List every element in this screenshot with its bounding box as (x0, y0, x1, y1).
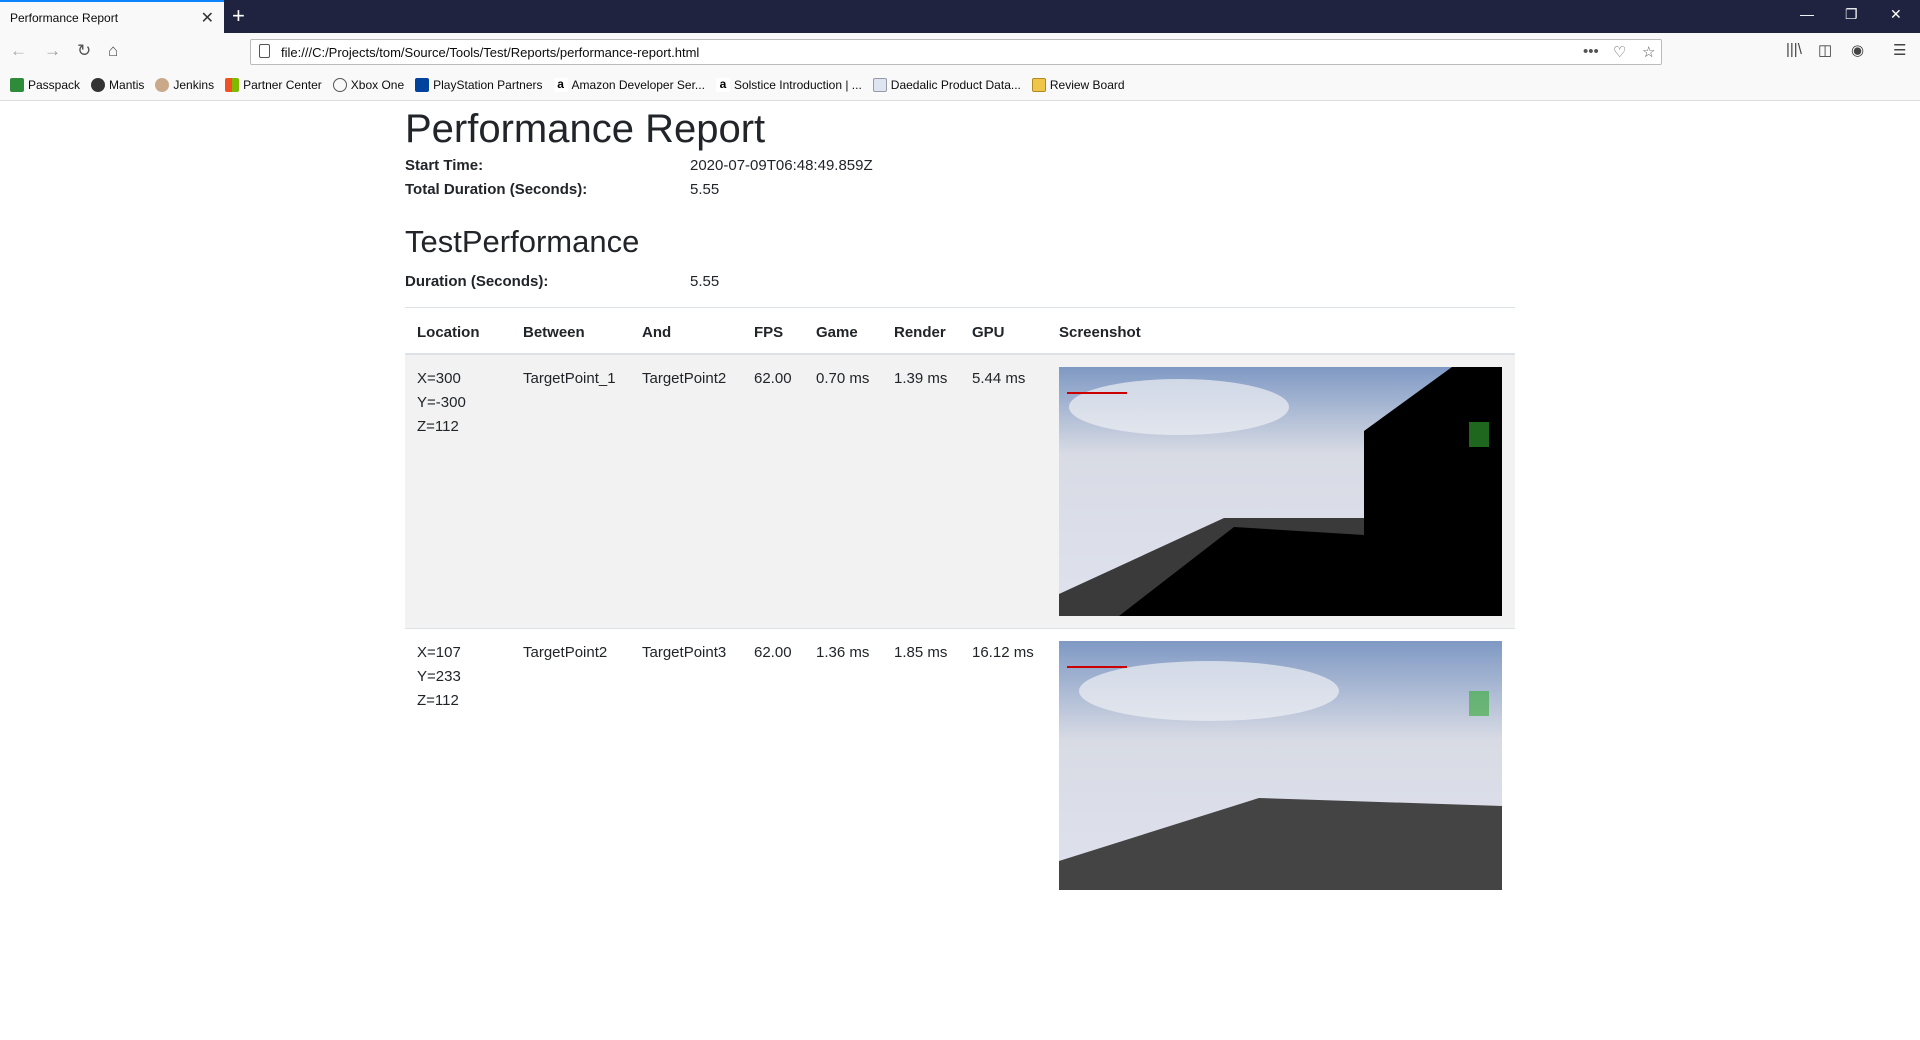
render-cell: 1.39 ms (882, 353, 960, 629)
header-location: Location (405, 308, 511, 355)
bookmark-passpack[interactable]: Passpack (10, 78, 80, 92)
fps-cell: 62.00 (742, 353, 804, 629)
game-cell: 0.70 ms (804, 353, 882, 629)
tab-strip: Performance Report ✕ + — ❐ ✕ (0, 0, 1920, 33)
performance-table: Location Between And FPS Game Render GPU… (405, 308, 1515, 902)
navigation-toolbar: ← → ↻ ⌂ file:///C:/Projects/tom/Source/T… (0, 33, 1920, 70)
tab-performance-report[interactable]: Performance Report ✕ (0, 0, 224, 33)
and-cell: TargetPoint2 (630, 353, 742, 629)
home-icon[interactable]: ⌂ (108, 41, 118, 61)
account-icon[interactable]: ◉ (1851, 41, 1864, 59)
bookmarks-bar: Passpack Mantis Jenkins Partner Center X… (0, 70, 1920, 101)
header-gpu: GPU (960, 308, 1047, 355)
sidebar-icon[interactable]: ◫ (1818, 41, 1832, 59)
start-time-value: 2020-07-09T06:48:49.859Z (690, 157, 873, 174)
header-and: And (630, 308, 742, 355)
report-content: Performance Report Start Time: 2020-07-09… (405, 100, 1515, 902)
passpack-icon (10, 78, 24, 92)
gpu-cell: 5.44 ms (960, 353, 1047, 629)
header-render: Render (882, 308, 960, 355)
url-text: file:///C:/Projects/tom/Source/Tools/Tes… (281, 44, 700, 60)
restore-icon[interactable]: ❐ (1845, 6, 1858, 23)
bookmark-star-icon[interactable]: ☆ (1642, 43, 1655, 61)
bookmark-jenkins[interactable]: Jenkins (155, 78, 214, 92)
close-window-icon[interactable]: ✕ (1890, 6, 1902, 23)
document-icon (872, 78, 887, 92)
bookmark-amazon-developer[interactable]: a Amazon Developer Ser... (553, 78, 705, 92)
reload-icon[interactable]: ↻ (77, 41, 91, 61)
header-game: Game (804, 308, 882, 355)
review-board-icon (1031, 78, 1046, 92)
page-icon (259, 44, 270, 58)
bookmark-playstation-partners[interactable]: PlayStation Partners (415, 78, 543, 92)
mantis-icon (91, 78, 106, 92)
pocket-icon[interactable]: ♡ (1613, 43, 1626, 61)
microsoft-icon (225, 78, 240, 92)
page-title: Performance Report (405, 107, 766, 151)
location-cell: X=107 Y=233 Z=112 (405, 628, 511, 902)
bookmark-daedalic[interactable]: Daedalic Product Data... (872, 78, 1021, 92)
playstation-icon (415, 78, 430, 92)
screenshot-cell (1047, 628, 1515, 902)
forward-icon[interactable]: → (44, 41, 61, 61)
amazon-icon: a (553, 78, 568, 92)
total-duration-value: 5.55 (690, 181, 720, 198)
menu-icon[interactable]: ☰ (1893, 41, 1906, 59)
tab-title: Performance Report (10, 10, 119, 25)
header-fps: FPS (742, 308, 804, 355)
header-between: Between (511, 308, 630, 355)
between-cell: TargetPoint2 (511, 628, 630, 902)
url-bar[interactable]: file:///C:/Projects/tom/Source/Tools/Tes… (250, 39, 1662, 65)
game-cell: 1.36 ms (804, 628, 882, 902)
globe-icon (332, 78, 347, 92)
bookmark-mantis[interactable]: Mantis (91, 78, 144, 92)
table-header-row: Location Between And FPS Game Render GPU… (405, 308, 1515, 355)
duration-value: 5.55 (690, 273, 720, 290)
test-heading: TestPerformance (405, 224, 640, 259)
duration-label: Duration (Seconds): (405, 273, 549, 290)
jenkins-icon (155, 78, 170, 92)
bookmark-xbox-one[interactable]: Xbox One (332, 78, 404, 92)
header-screenshot: Screenshot (1047, 308, 1515, 355)
screenshot-image[interactable] (1059, 641, 1502, 890)
fps-cell: 62.00 (742, 628, 804, 902)
start-time-label: Start Time: (405, 157, 484, 174)
between-cell: TargetPoint_1 (511, 353, 630, 629)
total-duration-label: Total Duration (Seconds): (405, 181, 588, 198)
screenshot-cell (1047, 353, 1515, 629)
bookmark-solstice[interactable]: a Solstice Introduction | ... (715, 78, 862, 92)
render-cell: 1.85 ms (882, 628, 960, 902)
more-actions-icon[interactable]: ••• (1583, 43, 1599, 60)
amazon-icon: a (715, 78, 730, 92)
close-tab-icon[interactable]: ✕ (201, 8, 214, 28)
and-cell: TargetPoint3 (630, 628, 742, 902)
new-tab-button[interactable]: + (232, 3, 245, 29)
table-row: X=107 Y=233 Z=112 TargetPoint2 TargetPoint… (405, 628, 1515, 902)
bookmark-partner-center[interactable]: Partner Center (225, 78, 322, 92)
table-row: X=300 Y=-300 Z=112 TargetPoint_1 TargetPoi… (405, 353, 1515, 629)
back-icon[interactable]: ← (10, 41, 27, 61)
bookmark-review-board[interactable]: Review Board (1031, 78, 1125, 92)
screenshot-image[interactable] (1059, 367, 1502, 616)
library-icon[interactable]: |||\ (1786, 41, 1802, 58)
gpu-cell: 16.12 ms (960, 628, 1047, 902)
minimize-icon[interactable]: — (1800, 6, 1814, 22)
location-cell: X=300 Y=-300 Z=112 (405, 353, 511, 629)
